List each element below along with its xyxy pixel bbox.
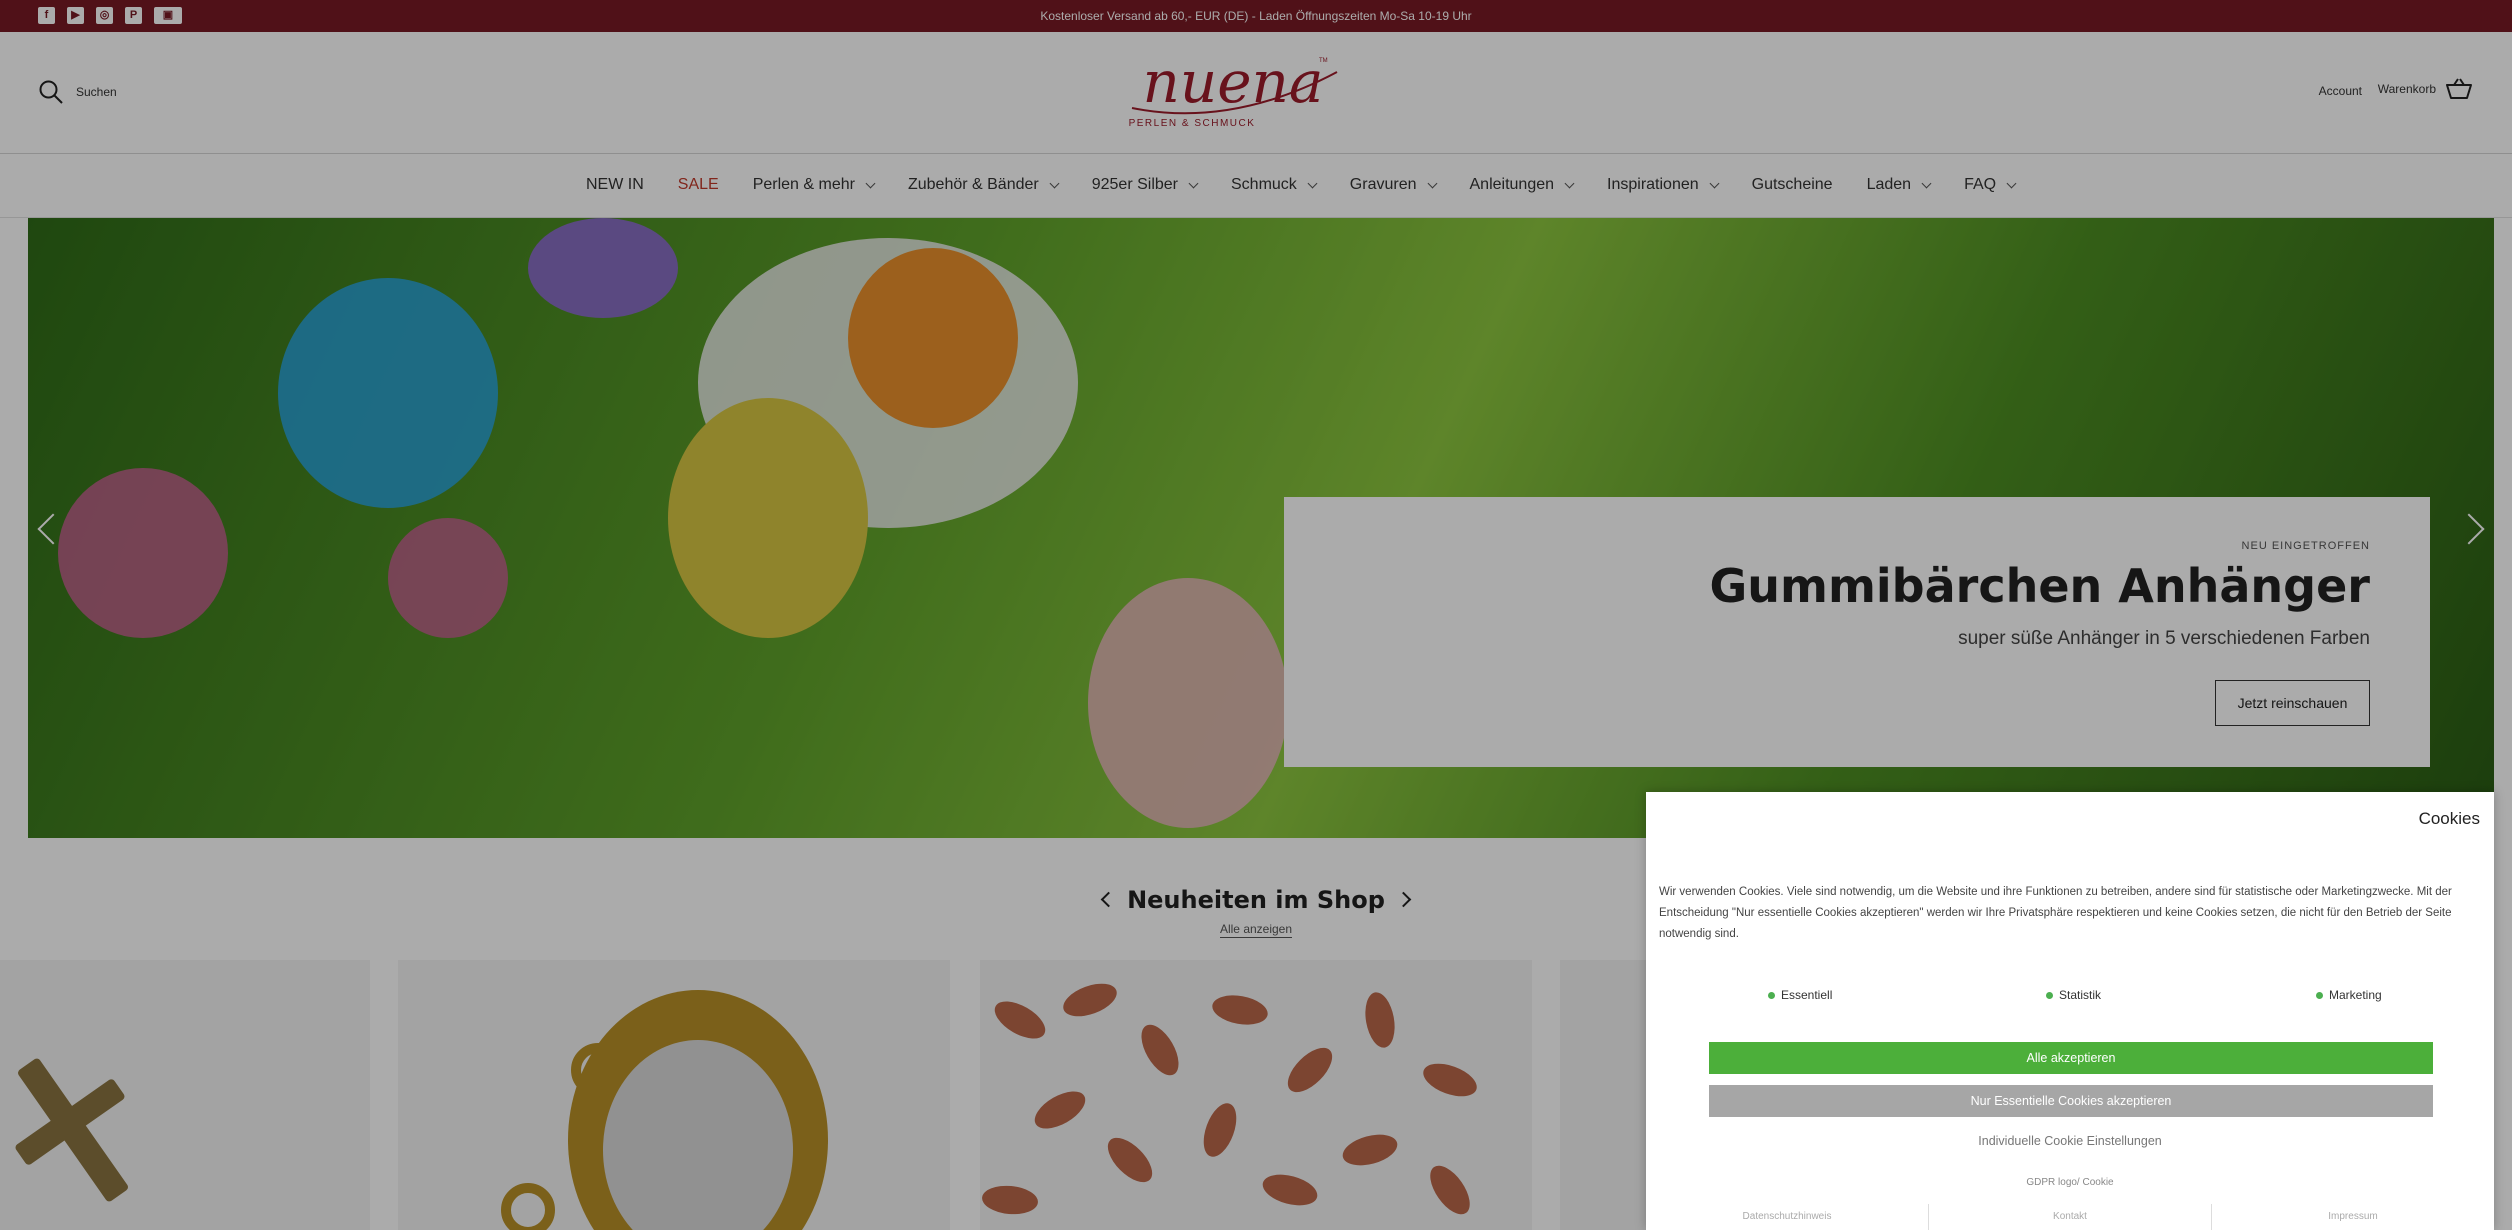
cookie-category-marketing[interactable]: Marketing — [2316, 988, 2382, 1002]
status-dot-icon — [2046, 991, 2053, 999]
individual-settings-link[interactable]: Individuelle Cookie Einstellungen — [1646, 1134, 2494, 1148]
privacy-link[interactable]: Datenschutzhinweis — [1646, 1204, 1929, 1230]
accept-all-button[interactable]: Alle akzeptieren — [1709, 1042, 2433, 1074]
cookie-category-statistik[interactable]: Statistik — [2046, 988, 2101, 1002]
cookie-text: Wir verwenden Cookies. Viele sind notwen… — [1659, 886, 2452, 940]
gdpr-logo-link[interactable]: GDPR logo/ Cookie — [1646, 1177, 2494, 1188]
cookie-footer-links: Datenschutzhinweis Kontakt Impressum — [1646, 1204, 2494, 1230]
contact-link[interactable]: Kontakt — [1929, 1204, 2212, 1230]
status-dot-icon — [1768, 991, 1775, 999]
status-dot-icon — [2316, 991, 2323, 999]
accept-essential-button[interactable]: Nur Essentielle Cookies akzeptieren — [1709, 1085, 2433, 1117]
cookie-consent-dialog: Cookies Wir verwenden Cookies. Viele sin… — [1646, 792, 2494, 1230]
cookie-category-essentiell[interactable]: Essentiell — [1768, 988, 1832, 1002]
imprint-link[interactable]: Impressum — [2212, 1204, 2494, 1230]
cookie-title: Cookies — [2418, 809, 2480, 828]
